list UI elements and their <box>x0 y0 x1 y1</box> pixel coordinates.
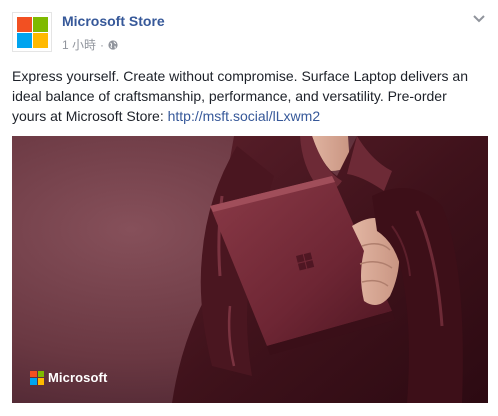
watermark-text: Microsoft <box>48 370 108 385</box>
post-timestamp[interactable]: 1 小時 <box>62 36 96 53</box>
photo-illustration <box>12 136 488 403</box>
page-avatar[interactable] <box>12 12 52 52</box>
microsoft-logo-icon <box>30 370 44 385</box>
meta-separator: · <box>100 37 105 52</box>
logo-green-square <box>33 17 48 32</box>
page-name-link[interactable]: Microsoft Store <box>62 13 165 29</box>
logo-blue-square <box>17 33 32 48</box>
post-text: Express yourself. Create without comprom… <box>12 66 482 126</box>
post-photo[interactable]: Microsoft <box>12 136 488 403</box>
logo-yellow-square <box>33 33 48 48</box>
post-meta: 1 小時 · <box>62 36 118 53</box>
globe-icon[interactable] <box>108 39 118 50</box>
post-link[interactable]: http://msft.social/lLxwm2 <box>168 108 321 124</box>
microsoft-watermark: Microsoft <box>30 370 107 385</box>
chevron-down-icon[interactable] <box>472 14 486 24</box>
logo-red-square <box>17 17 32 32</box>
post-card: Microsoft Store 1 小時 · Express yourself.… <box>0 0 498 416</box>
post-header: Microsoft Store 1 小時 · <box>12 12 486 52</box>
